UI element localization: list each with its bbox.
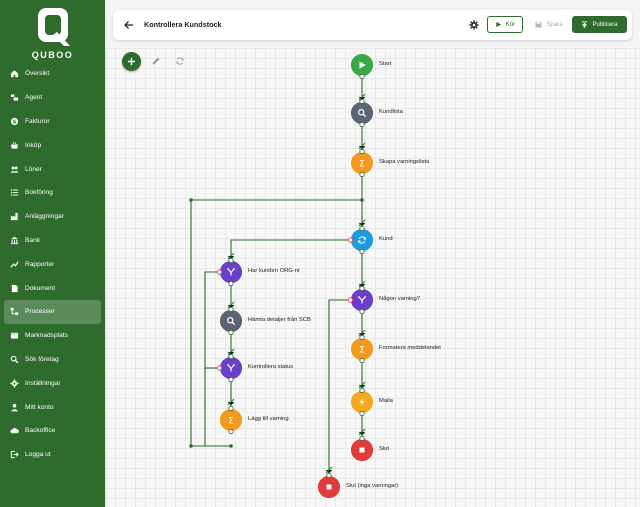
flow-node-label: Start <box>379 61 392 67</box>
output-port[interactable] <box>228 329 234 336</box>
flow-node-kundlista[interactable] <box>350 98 374 128</box>
input-port[interactable] <box>359 334 365 341</box>
input-port[interactable] <box>228 306 234 313</box>
output-port[interactable] <box>359 121 365 128</box>
alt-output-port[interactable] <box>216 269 223 275</box>
output-port[interactable] <box>228 428 234 435</box>
input-port[interactable] <box>359 387 365 394</box>
flow-node-start[interactable] <box>350 53 374 80</box>
flow-node-label: Slut <box>379 446 389 452</box>
flow-node-label: Kund <box>379 236 393 242</box>
input-port[interactable] <box>326 472 332 479</box>
input-port[interactable] <box>228 353 234 360</box>
flow-node-label: Slut (inga varningar) <box>346 483 399 489</box>
sum-icon: Σ <box>359 159 365 169</box>
flow-node-label: Någon varning? <box>379 296 420 302</box>
output-port[interactable] <box>359 410 365 417</box>
flow-node-label: Formatera meddelandet <box>379 345 441 351</box>
end-icon <box>326 484 332 490</box>
flow-node-scb[interactable] <box>219 306 243 336</box>
input-port[interactable] <box>359 435 365 442</box>
flow-node-label: Lägg till varning <box>248 416 289 422</box>
sum-icon: Σ <box>228 416 234 426</box>
flow-node-lagg[interactable]: Σ <box>219 405 243 435</box>
input-port[interactable] <box>228 405 234 412</box>
flow-node-label: Hämta detaljer från SCB <box>248 317 311 323</box>
end-icon <box>359 447 365 453</box>
flow-node-orgnr[interactable] <box>216 257 243 287</box>
flow-node-label: Skapa varningslista <box>379 159 430 165</box>
output-port[interactable] <box>359 308 365 315</box>
flow-node-kund[interactable] <box>347 225 374 255</box>
input-port[interactable] <box>359 285 365 292</box>
input-port[interactable] <box>359 98 365 105</box>
svg-text:Σ: Σ <box>359 345 365 355</box>
flow-node-status[interactable] <box>216 353 243 383</box>
output-port[interactable] <box>228 376 234 383</box>
flow-node-label: Maila <box>379 398 393 404</box>
input-port[interactable] <box>359 225 365 232</box>
input-port[interactable] <box>359 148 365 155</box>
output-port[interactable] <box>228 280 234 287</box>
flow-node-label: Kundlista <box>379 109 403 115</box>
sum-icon: Σ <box>359 345 365 355</box>
flow-node-slut2[interactable] <box>317 472 341 499</box>
output-port[interactable] <box>359 248 365 255</box>
output-port[interactable] <box>359 357 365 364</box>
alt-output-port[interactable] <box>347 297 354 303</box>
flow-connectors: Σ Σ Σ <box>189 53 374 499</box>
output-port[interactable] <box>359 171 365 178</box>
svg-text:Σ: Σ <box>359 159 365 169</box>
alt-output-port[interactable] <box>347 237 354 243</box>
input-port[interactable] <box>228 257 234 264</box>
flow-node-label: Har kunden ORG-nr <box>248 268 300 274</box>
flow-node-label: Kontrollera status <box>248 364 294 370</box>
flow-node-slut[interactable] <box>350 435 374 462</box>
svg-text:Σ: Σ <box>228 416 234 426</box>
flow-node-varning[interactable] <box>347 285 374 315</box>
alt-output-port[interactable] <box>216 365 223 371</box>
flow-node-formatera[interactable]: Σ <box>350 334 374 364</box>
flow-node-skapa[interactable]: Σ <box>350 148 374 178</box>
output-port[interactable] <box>359 73 365 80</box>
flow-node-maila[interactable] <box>350 387 374 417</box>
